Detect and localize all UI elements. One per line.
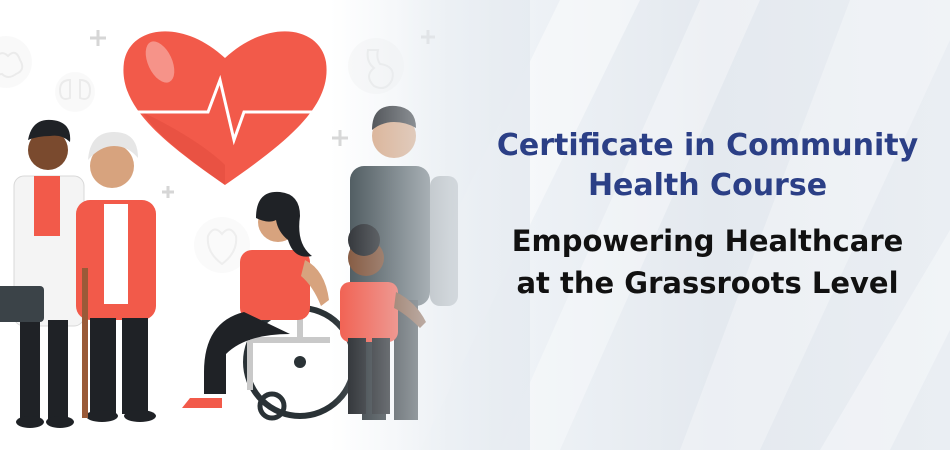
course-title-line-1: Certificate in Community (496, 128, 919, 163)
brain-icon (0, 36, 32, 88)
clipboard-icon (0, 286, 44, 322)
doctor-figure (0, 119, 85, 428)
lungs-icon (55, 72, 95, 112)
course-banner: Certificate in Community Health Course E… (0, 0, 950, 450)
banner-text: Certificate in Community Health Course E… (470, 126, 945, 304)
tagline-line-2: at the Grassroots Level (516, 266, 899, 300)
course-title-line-2: Health Course (587, 168, 828, 203)
elderly-woman-figure (76, 132, 156, 422)
heart-icon (123, 31, 327, 185)
tagline-line-1: Empowering Healthcare (511, 224, 904, 258)
cane (82, 268, 88, 418)
